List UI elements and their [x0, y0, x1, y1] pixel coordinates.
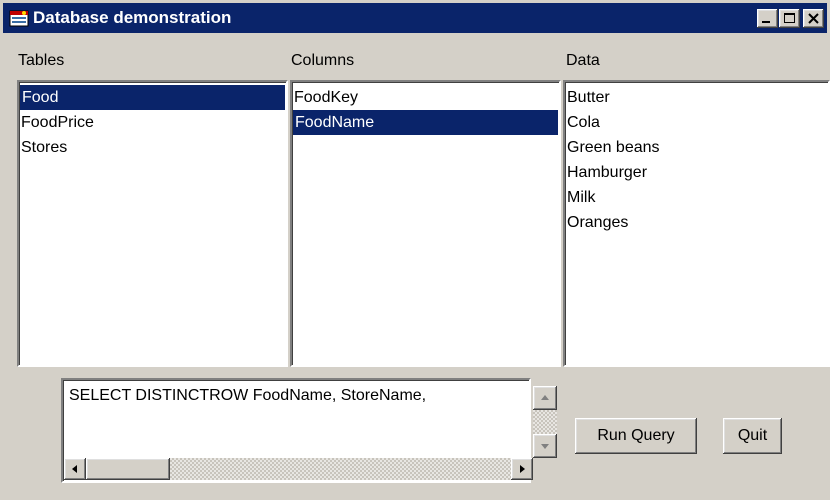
vertical-scrollbar[interactable]	[533, 386, 557, 458]
tables-label: Tables	[18, 52, 65, 69]
quit-button[interactable]: Quit	[723, 418, 782, 454]
minimize-button[interactable]	[757, 9, 778, 28]
list-item[interactable]: Hamburger	[565, 160, 828, 185]
title-bar[interactable]: Database demonstration	[3, 3, 827, 33]
list-item[interactable]: Cola	[565, 110, 828, 135]
arrow-left-icon	[72, 465, 77, 473]
window-title: Database demonstration	[33, 8, 232, 27]
arrow-right-icon	[520, 465, 525, 473]
scroll-thumb[interactable]	[86, 458, 170, 480]
data-label: Data	[566, 52, 600, 69]
close-button[interactable]	[803, 9, 824, 28]
scroll-track[interactable]	[533, 410, 557, 434]
run-query-button[interactable]: Run Query	[575, 418, 697, 454]
close-icon	[808, 13, 819, 24]
scroll-down-button[interactable]	[533, 434, 557, 458]
columns-label: Columns	[291, 52, 355, 69]
list-item[interactable]: Butter	[565, 85, 828, 110]
list-item[interactable]: Oranges	[565, 210, 828, 235]
arrow-down-icon	[541, 444, 549, 449]
columns-list[interactable]: FoodKey FoodName	[290, 80, 561, 367]
list-item-stores[interactable]: Stores	[19, 135, 286, 160]
list-item[interactable]: Green beans	[565, 135, 828, 160]
list-item-foodprice[interactable]: FoodPrice	[19, 110, 286, 135]
list-item-food[interactable]: Food	[20, 85, 285, 110]
tables-list[interactable]: Food FoodPrice Stores	[17, 80, 288, 367]
list-item-foodname[interactable]: FoodName	[293, 110, 558, 135]
maximize-icon	[784, 13, 795, 23]
app-window: Database demonstration Tables Columns Da…	[0, 0, 830, 500]
arrow-up-icon	[541, 395, 549, 400]
minimize-icon	[762, 21, 770, 23]
sql-query-text: SELECT DISTINCTROW FoodName, StoreName,	[69, 387, 427, 404]
app-icon[interactable]	[9, 8, 29, 28]
horizontal-scrollbar[interactable]	[64, 458, 533, 480]
scroll-track[interactable]	[170, 458, 511, 480]
scroll-right-button[interactable]	[511, 458, 533, 480]
data-list[interactable]: Butter Cola Green beans Hamburger Milk O…	[563, 80, 830, 367]
list-item[interactable]: Milk	[565, 185, 828, 210]
maximize-button[interactable]	[779, 9, 800, 28]
scroll-up-button[interactable]	[533, 386, 557, 410]
scroll-left-button[interactable]	[64, 458, 86, 480]
list-item-foodkey[interactable]: FoodKey	[292, 85, 559, 110]
